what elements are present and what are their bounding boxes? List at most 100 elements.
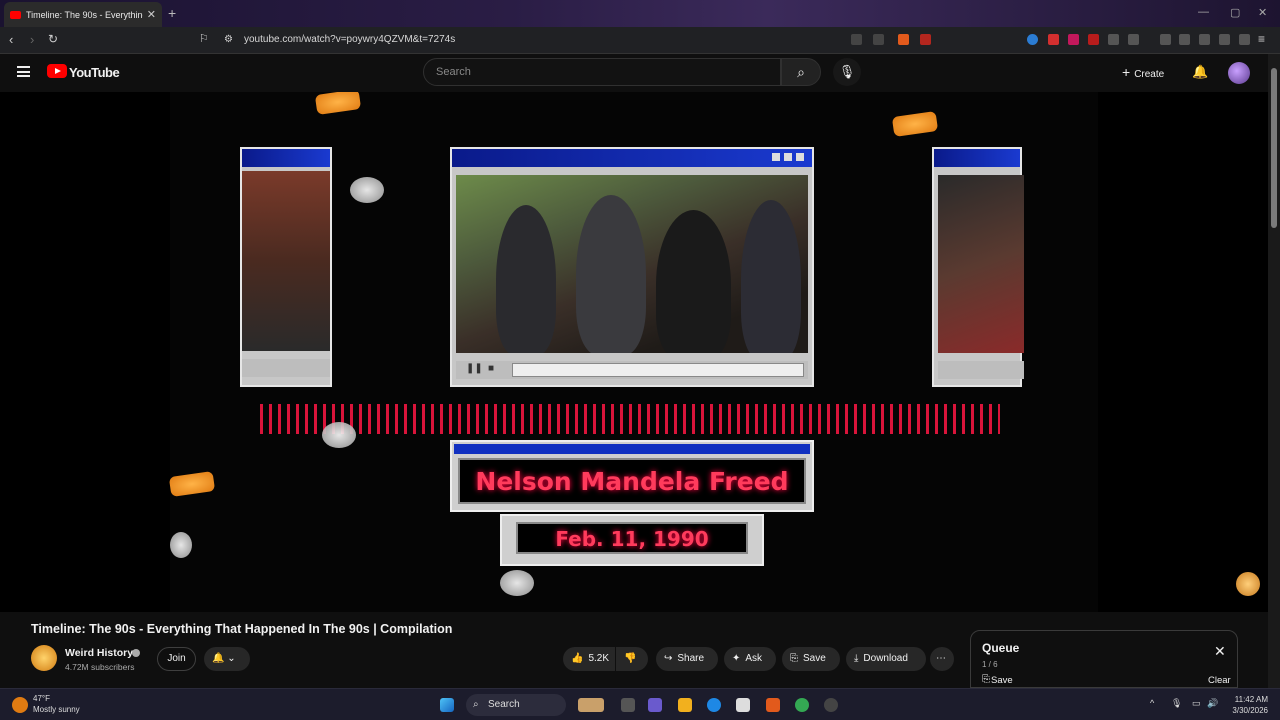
tab-title: Timeline: The 90s - Everything (26, 9, 143, 20)
close-window-icon[interactable]: ✕ (1258, 6, 1267, 19)
extension-red-icon[interactable] (1048, 34, 1059, 45)
taskbar-search[interactable]: ⌕ Search (466, 694, 566, 716)
event-date: Feb. 11, 1990 (516, 522, 748, 554)
retro-window-right (932, 147, 1024, 387)
chevron-down-icon: ⌄ (227, 653, 236, 664)
more-icon: ⋯ (936, 653, 946, 664)
address-bar[interactable]: youtube.com/watch?v=poywry4QZVM&t=7274s (244, 34, 455, 45)
share-button[interactable]: ↪ Share (656, 647, 718, 671)
search-button[interactable]: ⌕ (781, 58, 821, 86)
site-info-icon[interactable]: ⚙ (224, 34, 233, 45)
chrome-icon[interactable] (795, 698, 809, 712)
store-icon[interactable] (736, 698, 750, 712)
ask-button[interactable]: ✦ Ask (724, 647, 776, 671)
create-button[interactable]: + Create (1122, 59, 1174, 85)
share-icon: ↪ (664, 653, 673, 664)
task-view-icon[interactable] (621, 698, 635, 712)
start-icon[interactable] (440, 698, 454, 712)
page-scrollbar[interactable] (1268, 54, 1280, 688)
leo-ai-icon[interactable] (1219, 34, 1230, 45)
wallet-icon[interactable] (1199, 34, 1210, 45)
cast-icon[interactable] (851, 34, 862, 45)
weather-desc: Mostly sunny (33, 705, 80, 714)
new-tab-button[interactable]: + (168, 5, 176, 21)
retro-window-titlebar (242, 149, 330, 167)
clock-date: 3/30/2026 (1232, 706, 1268, 715)
extension-pink-icon[interactable] (1068, 34, 1079, 45)
file-explorer-icon[interactable] (678, 698, 692, 712)
tray-mic-icon[interactable]: 🎙 (1171, 698, 1182, 709)
extensions-puzzle-icon[interactable] (1108, 34, 1119, 45)
tray-chevron-icon[interactable]: ^ (1150, 698, 1154, 708)
share-page-icon[interactable] (873, 34, 884, 45)
voice-search-button[interactable]: 🎙 (833, 58, 861, 86)
media-icon[interactable] (1160, 34, 1171, 45)
edge-icon[interactable] (707, 698, 721, 712)
brave-icon[interactable] (766, 698, 780, 712)
rewards-icon[interactable] (920, 34, 931, 45)
back-icon[interactable]: ‹ (9, 32, 13, 47)
system-clock[interactable]: 11:42 AM 3/30/2026 (1226, 694, 1268, 716)
download-button[interactable]: ⤓ Download (846, 647, 926, 671)
close-tab-icon[interactable]: ✕ (147, 8, 156, 21)
tab-manager-icon[interactable] (1128, 34, 1139, 45)
hamburger-menu-icon[interactable] (17, 66, 30, 77)
tray-volume-icon[interactable]: 🔊 (1207, 698, 1218, 709)
video-player[interactable]: ❚❚ ■ Nelson Mandela Freed Feb. 11, 1990 (0, 92, 1268, 612)
tray-network-icon[interactable]: ▭ (1192, 698, 1201, 709)
youtube-logo-text[interactable]: YouTube (69, 65, 120, 80)
subscribe-notification-button[interactable]: 🔔 ⌄ (204, 647, 250, 671)
create-label: Create (1134, 69, 1165, 80)
floating-avatar-icon[interactable] (1236, 572, 1260, 596)
copilot-icon[interactable] (648, 698, 662, 712)
maximize-icon[interactable]: ▢ (1230, 6, 1240, 19)
save-button[interactable]: ⎘ Save (782, 647, 840, 671)
event-title-bar (454, 444, 810, 454)
boxing-photo (938, 175, 1024, 353)
minimize-icon[interactable]: — (1198, 6, 1209, 18)
queue-position: 1 / 6 (982, 660, 998, 669)
menu-icon[interactable]: ≡ (1258, 32, 1265, 46)
mcdonalds-photo (242, 171, 330, 351)
more-actions-button[interactable]: ⋯ (930, 647, 954, 671)
save-queue-icon: ⎘ (982, 674, 990, 685)
like-button[interactable]: 👍 5.2K (563, 647, 615, 671)
pause-icon: ❚❚ (466, 363, 483, 374)
dislike-button[interactable]: 👎 (616, 647, 648, 671)
queue-save-button[interactable]: Save (991, 675, 1013, 686)
taskbar-search-label: Search (488, 699, 520, 710)
search-icon: ⌕ (797, 64, 805, 80)
event-title-box: Nelson Mandela Freed (450, 440, 814, 512)
weather-temp: 47°F (33, 694, 50, 703)
queue-panel: Queue 1 / 6 ✕ ⎘ Save Clear (970, 630, 1238, 688)
stop-icon: ■ (488, 363, 495, 374)
sidebar-icon[interactable] (1179, 34, 1190, 45)
windows-taskbar: 47°F Mostly sunny ⌕ Search ^ 🎙 ▭ 🔊 11:42 … (0, 688, 1280, 720)
youtube-logo-icon[interactable] (47, 64, 67, 78)
channel-name[interactable]: Weird History (65, 647, 133, 659)
event-title: Nelson Mandela Freed (458, 458, 806, 504)
reload-icon[interactable]: ↻ (48, 32, 58, 46)
browser-tab[interactable]: Timeline: The 90s - Everything ✕ (4, 2, 162, 27)
bookmark-icon[interactable]: ⚐ (199, 32, 209, 45)
thumbs-up-icon: 👍 (571, 653, 584, 664)
weather-widget[interactable]: 47°F Mostly sunny (33, 693, 80, 715)
scrollbar-thumb[interactable] (1271, 68, 1277, 228)
channel-avatar[interactable] (31, 645, 57, 671)
youtube-favicon-icon (10, 10, 21, 19)
notifications-bell-icon[interactable]: 🔔 (1192, 64, 1208, 80)
forward-icon[interactable]: › (30, 32, 34, 47)
close-queue-icon[interactable]: ✕ (1214, 643, 1226, 660)
search-input[interactable]: Search (423, 58, 781, 86)
join-button[interactable]: Join (157, 647, 196, 671)
weather-icon[interactable] (12, 697, 28, 713)
account-avatar[interactable] (1228, 62, 1250, 84)
flying-mouse-icon (322, 422, 356, 448)
extension-youtube-icon[interactable] (1088, 34, 1099, 45)
browser-toolbar: ‹ › ↻ ⚐ ⚙ youtube.com/watch?v=poywry4QZV… (0, 27, 1280, 54)
vpn-icon[interactable] (1239, 34, 1250, 45)
extension-blue-icon[interactable] (1027, 34, 1038, 45)
queue-clear-button[interactable]: Clear (1208, 675, 1231, 686)
app-icon[interactable] (824, 698, 838, 712)
brave-shield-icon[interactable] (898, 34, 909, 45)
